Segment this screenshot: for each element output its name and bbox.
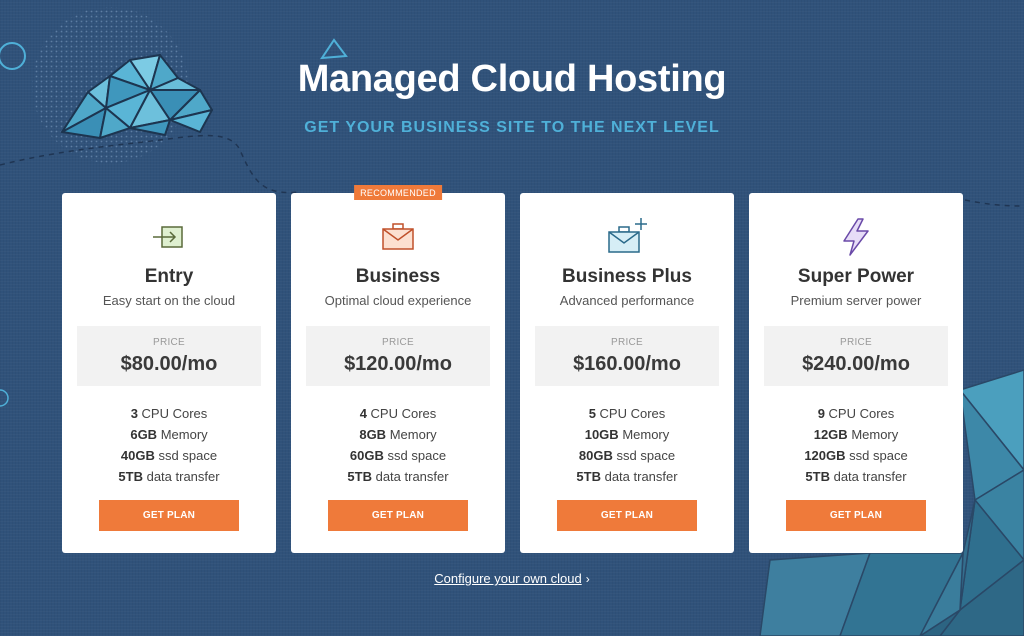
plan-tagline: Easy start on the cloud [102, 293, 236, 308]
get-plan-button-super-power[interactable]: GET PLAN [786, 500, 926, 531]
briefcase-icon [382, 223, 414, 250]
spec-memory: 10GB Memory [584, 427, 670, 442]
plan-tagline: Optimal cloud experience [324, 293, 472, 308]
get-plan-button-business[interactable]: GET PLAN [328, 500, 468, 531]
plan-card-super-power: Super Power Premium server power PRICE $… [749, 193, 963, 553]
plan-card-business-plus: Business Plus Advanced performance PRICE… [520, 193, 734, 553]
spec-cpu: 5 CPU Cores [588, 406, 666, 421]
get-plan-button-business-plus[interactable]: GET PLAN [557, 500, 697, 531]
spec-transfer: 5TB data transfer [805, 469, 907, 484]
plan-name: Super Power [797, 266, 915, 287]
price-box: PRICE $80.00/mo [77, 326, 261, 386]
spec-storage: 80GB ssd space [578, 448, 676, 463]
spec-cpu: 3 CPU Cores [130, 406, 208, 421]
spec-memory: 12GB Memory [813, 427, 899, 442]
price-value: $160.00/mo [573, 353, 681, 375]
lightning-icon [843, 218, 869, 256]
configure-cloud-row: Configure your own cloud › [0, 571, 1024, 586]
spec-storage: 40GB ssd space [120, 448, 218, 463]
plan-specs: 4 CPU Cores 8GB Memory 60GB ssd space 5T… [291, 403, 505, 487]
plan-card-business: RECOMMENDED Business Optimal cloud exper… [291, 185, 505, 553]
plan-name: Business [355, 266, 441, 287]
recommended-badge: RECOMMENDED [354, 185, 442, 200]
price-value: $80.00/mo [120, 353, 218, 375]
spec-cpu: 9 CPU Cores [817, 406, 895, 421]
price-box: PRICE $240.00/mo [764, 326, 948, 386]
plan-specs: 5 CPU Cores 10GB Memory 80GB ssd space 5… [520, 403, 734, 487]
spec-transfer: 5TB data transfer [118, 469, 220, 484]
price-label: PRICE [839, 337, 873, 348]
plan-name: Entry [144, 266, 194, 287]
chevron-right-icon: › [585, 572, 590, 586]
entry-arrow-icon [153, 226, 183, 248]
plan-specs: 3 CPU Cores 6GB Memory 40GB ssd space 5T… [62, 403, 276, 487]
briefcase-plus-icon [608, 218, 647, 253]
spec-memory: 6GB Memory [130, 427, 208, 442]
plan-specs: 9 CPU Cores 12GB Memory 120GB ssd space … [749, 403, 963, 487]
price-value: $120.00/mo [344, 353, 452, 375]
spec-storage: 120GB ssd space [804, 448, 908, 463]
plan-card-entry: Entry Easy start on the cloud PRICE $80.… [62, 193, 276, 553]
spec-memory: 8GB Memory [359, 427, 437, 442]
plan-name: Business Plus [562, 266, 692, 287]
spec-cpu: 4 CPU Cores [359, 406, 437, 421]
price-label: PRICE [610, 337, 644, 348]
spec-transfer: 5TB data transfer [576, 469, 678, 484]
plan-tagline: Premium server power [790, 293, 922, 308]
page-subtitle: GET YOUR BUSINESS SITE TO THE NEXT LEVEL [304, 119, 720, 136]
price-box: PRICE $120.00/mo [306, 326, 490, 386]
price-label: PRICE [152, 337, 186, 348]
spec-storage: 60GB ssd space [349, 448, 447, 463]
spec-transfer: 5TB data transfer [347, 469, 449, 484]
price-label: PRICE [381, 337, 415, 348]
price-value: $240.00/mo [802, 353, 910, 375]
page-title: Managed Cloud Hosting [297, 58, 727, 100]
price-box: PRICE $160.00/mo [535, 326, 719, 386]
configure-cloud-link[interactable]: Configure your own cloud [434, 571, 581, 586]
get-plan-button-entry[interactable]: GET PLAN [99, 500, 239, 531]
plan-tagline: Advanced performance [559, 293, 695, 308]
